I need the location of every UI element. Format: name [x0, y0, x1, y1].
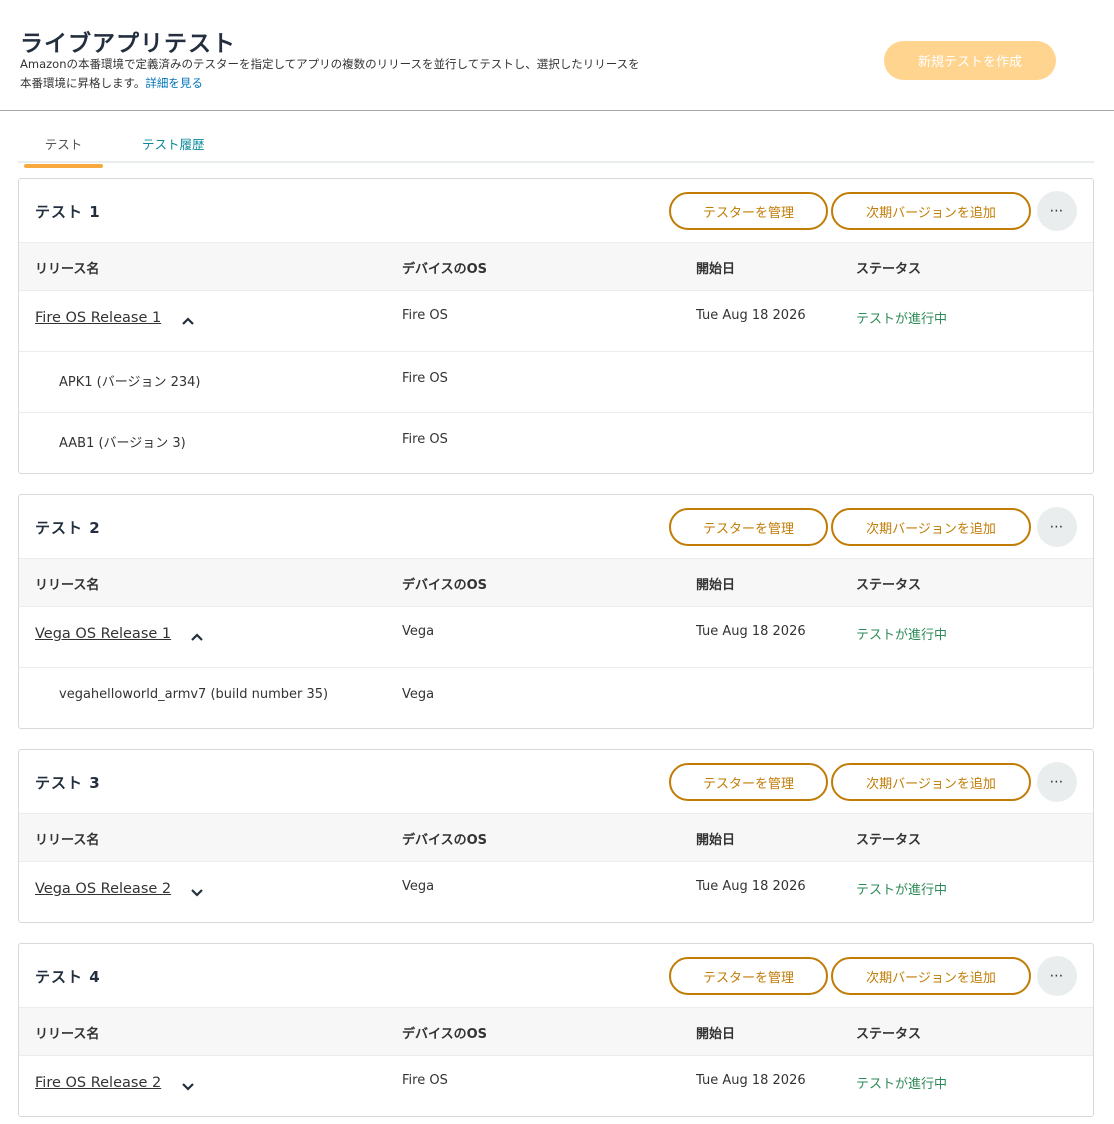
start-date: Tue Aug 18 2026	[696, 308, 806, 323]
start-date: Tue Aug 18 2026	[696, 1073, 806, 1088]
page-title: ライブアプリテスト	[20, 31, 236, 57]
test-card: テスト 3 テスターを管理 次期バージョンを追加 ⋯ リリース名 デバイスのOS…	[18, 749, 1094, 923]
more-options-icon[interactable]: ⋯	[1037, 956, 1077, 996]
release-name-link[interactable]: Fire OS Release 1	[35, 310, 161, 326]
column-header-start-date: 開始日	[696, 1027, 736, 1042]
release-name-link[interactable]: Vega OS Release 2	[35, 881, 171, 897]
device-os: Vega	[402, 879, 435, 894]
test-card-header: テスト 1 テスターを管理 次期バージョンを追加 ⋯	[19, 179, 1093, 243]
device-os: Vega	[402, 687, 435, 702]
table-row: Fire OS Release 1 Fire OS Tue Aug 18 202…	[19, 291, 1093, 352]
more-options-icon[interactable]: ⋯	[1037, 191, 1077, 231]
test-card-header: テスト 4 テスターを管理 次期バージョンを追加 ⋯	[19, 944, 1093, 1008]
table-header: リリース名 デバイスのOS 開始日 ステータス	[19, 814, 1093, 862]
device-os: Fire OS	[402, 432, 448, 447]
description-text: Amazonの本番環境で定義済みのテスターを指定してアプリの複数のリリースを並行…	[20, 57, 640, 90]
page-description: Amazonの本番環境で定義済みのテスターを指定してアプリの複数のリリースを並行…	[20, 55, 645, 93]
more-options-icon[interactable]: ⋯	[1037, 507, 1077, 547]
manage-testers-button[interactable]: テスターを管理	[669, 957, 828, 995]
table-header: リリース名 デバイスのOS 開始日 ステータス	[19, 243, 1093, 291]
test-title: テスト 1	[35, 203, 101, 221]
column-header-release: リリース名	[35, 1027, 100, 1042]
chevron-down-icon[interactable]	[189, 884, 205, 900]
table-row: AAB1 (バージョン 3) Fire OS	[19, 413, 1093, 474]
column-header-status: ステータス	[856, 833, 922, 848]
column-header-status: ステータス	[856, 578, 922, 593]
add-next-version-button[interactable]: 次期バージョンを追加	[831, 763, 1031, 801]
device-os: Fire OS	[402, 1073, 448, 1088]
table-row: Vega OS Release 1 Vega Tue Aug 18 2026 テ…	[19, 607, 1093, 668]
release-name-link[interactable]: Fire OS Release 2	[35, 1075, 161, 1091]
status-text: テストが進行中	[856, 312, 948, 327]
create-new-test-button[interactable]: 新規テストを作成	[884, 41, 1056, 80]
column-header-start-date: 開始日	[696, 578, 736, 593]
column-header-status: ステータス	[856, 1027, 922, 1042]
chevron-down-icon[interactable]	[180, 1078, 196, 1094]
test-card-header: テスト 3 テスターを管理 次期バージョンを追加 ⋯	[19, 750, 1093, 814]
device-os: Vega	[402, 624, 435, 639]
learn-more-link[interactable]: 詳細を見る	[145, 76, 203, 90]
add-next-version-button[interactable]: 次期バージョンを追加	[831, 508, 1031, 546]
column-header-os: デバイスのOS	[402, 1027, 488, 1042]
device-os: Fire OS	[402, 371, 448, 386]
release-name-link[interactable]: Vega OS Release 1	[35, 626, 171, 642]
column-header-release: リリース名	[35, 262, 100, 277]
tab-test-history[interactable]: テスト履歴	[142, 134, 205, 153]
chevron-up-icon[interactable]	[189, 629, 205, 645]
tab-bar: テスト テスト履歴	[18, 126, 1094, 168]
test-title: テスト 4	[35, 968, 101, 986]
table-row: vegahelloworld_armv7 (build number 35) V…	[19, 668, 1093, 729]
manage-testers-button[interactable]: テスターを管理	[669, 763, 828, 801]
tab-tests[interactable]: テスト	[24, 134, 103, 168]
test-title: テスト 3	[35, 774, 101, 792]
start-date: Tue Aug 18 2026	[696, 624, 806, 639]
status-text: テストが進行中	[856, 628, 948, 643]
table-header: リリース名 デバイスのOS 開始日 ステータス	[19, 1008, 1093, 1056]
device-os: Fire OS	[402, 308, 448, 323]
column-header-start-date: 開始日	[696, 262, 736, 277]
add-next-version-button[interactable]: 次期バージョンを追加	[831, 192, 1031, 230]
column-header-status: ステータス	[856, 262, 922, 277]
build-name: vegahelloworld_armv7 (build number 35)	[59, 687, 329, 702]
test-card: テスト 2 テスターを管理 次期バージョンを追加 ⋯ リリース名 デバイスのOS…	[18, 494, 1094, 729]
table-row: Vega OS Release 2 Vega Tue Aug 18 2026 テ…	[19, 862, 1093, 923]
manage-testers-button[interactable]: テスターを管理	[669, 508, 828, 546]
column-header-release: リリース名	[35, 833, 100, 848]
more-options-icon[interactable]: ⋯	[1037, 762, 1077, 802]
test-card-header: テスト 2 テスターを管理 次期バージョンを追加 ⋯	[19, 495, 1093, 559]
column-header-os: デバイスのOS	[402, 833, 488, 848]
column-header-start-date: 開始日	[696, 833, 736, 848]
table-header: リリース名 デバイスのOS 開始日 ステータス	[19, 559, 1093, 607]
manage-testers-button[interactable]: テスターを管理	[669, 192, 828, 230]
status-text: テストが進行中	[856, 1077, 948, 1092]
table-row: APK1 (バージョン 234) Fire OS	[19, 352, 1093, 413]
test-card: テスト 1 テスターを管理 次期バージョンを追加 ⋯ リリース名 デバイスのOS…	[18, 178, 1094, 474]
column-header-os: デバイスのOS	[402, 578, 488, 593]
column-header-release: リリース名	[35, 578, 100, 593]
start-date: Tue Aug 18 2026	[696, 879, 806, 894]
build-name: APK1 (バージョン 234)	[59, 375, 201, 390]
test-title: テスト 2	[35, 519, 101, 537]
test-card: テスト 4 テスターを管理 次期バージョンを追加 ⋯ リリース名 デバイスのOS…	[18, 943, 1094, 1117]
status-text: テストが進行中	[856, 883, 948, 898]
add-next-version-button[interactable]: 次期バージョンを追加	[831, 957, 1031, 995]
chevron-up-icon[interactable]	[180, 313, 196, 329]
page-header: ライブアプリテスト Amazonの本番環境で定義済みのテスターを指定してアプリの…	[0, 0, 1114, 111]
build-name: AAB1 (バージョン 3)	[59, 436, 186, 451]
table-row: Fire OS Release 2 Fire OS Tue Aug 18 202…	[19, 1056, 1093, 1117]
column-header-os: デバイスのOS	[402, 262, 488, 277]
